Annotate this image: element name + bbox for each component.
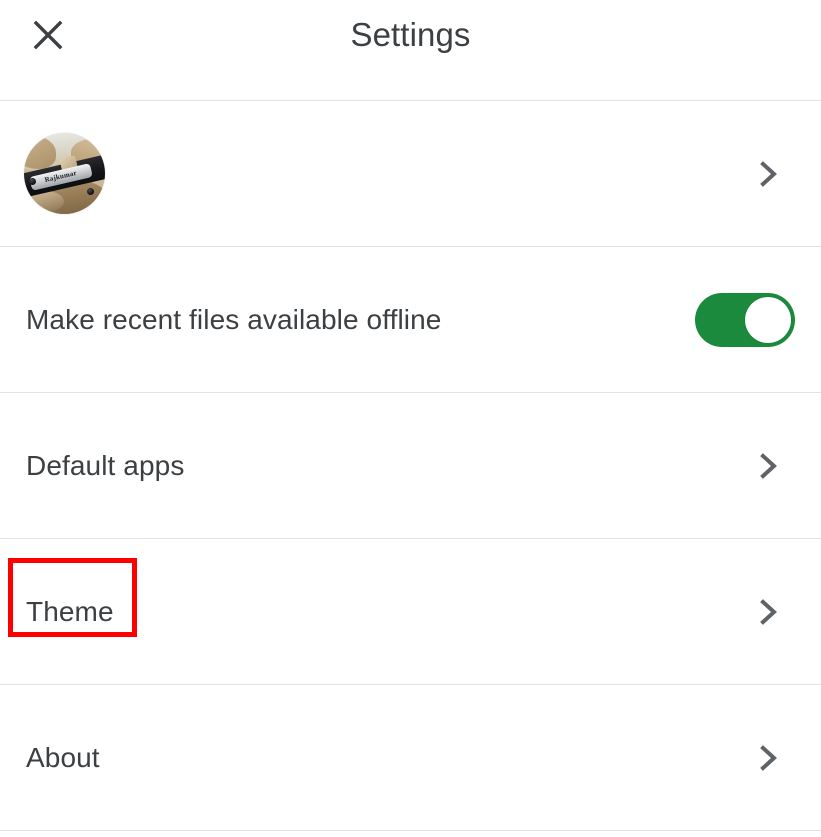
settings-row-control (675, 444, 795, 488)
settings-row-offline[interactable]: Make recent files available offline (0, 247, 821, 392)
settings-screen: Settings Rajkumar Make recent files avai… (0, 0, 821, 837)
settings-row-theme[interactable]: Theme (0, 539, 821, 684)
settings-row-label: Default apps (26, 449, 185, 481)
settings-row-control (675, 292, 795, 347)
app-header: Settings (0, 0, 821, 100)
settings-row-label: Theme (26, 595, 114, 627)
account-row-trailing (675, 152, 795, 196)
chevron-right-icon[interactable] (747, 736, 791, 780)
account-row[interactable]: Rajkumar (0, 101, 821, 246)
settings-row-control (675, 590, 795, 634)
chevron-right-icon[interactable] (747, 444, 791, 488)
settings-row-about[interactable]: About (0, 685, 821, 830)
divider (0, 830, 821, 831)
settings-row-default-apps[interactable]: Default apps (0, 393, 821, 538)
settings-row-label: Make recent files available offline (26, 303, 442, 335)
chevron-right-icon[interactable] (747, 590, 791, 634)
offline-toggle[interactable] (695, 292, 795, 347)
page-title: Settings (350, 16, 471, 53)
toggle-knob (745, 296, 791, 343)
settings-row-control (675, 736, 795, 780)
settings-row-label: About (26, 741, 100, 773)
chevron-right-icon[interactable] (747, 152, 791, 196)
avatar: Rajkumar (24, 133, 105, 214)
settings-list: Rajkumar Make recent files available off… (0, 100, 821, 831)
